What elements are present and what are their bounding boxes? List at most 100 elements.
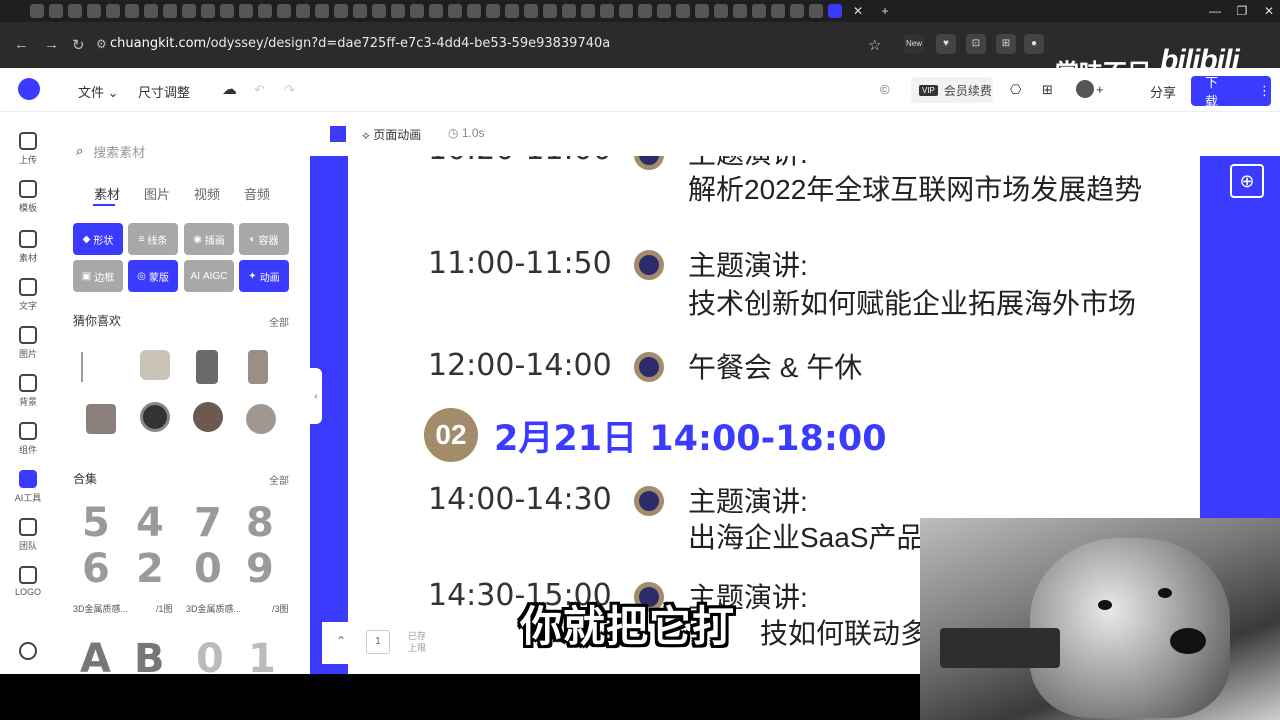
message-icon[interactable]: ⊞	[1042, 82, 1053, 98]
undo-icon[interactable]: ↶	[254, 82, 265, 98]
tab-favicon[interactable]	[771, 4, 785, 18]
vip-renew-button[interactable]: VIP 会员续费	[911, 77, 993, 103]
chip-mask[interactable]: ◎ 蒙版	[128, 260, 178, 292]
chip-container[interactable]: ◐ 容器	[239, 223, 289, 255]
tab-favicon[interactable]	[163, 4, 177, 18]
tab-favicon[interactable]	[543, 4, 557, 18]
schedule-time[interactable]: 11:00-11:50	[428, 246, 612, 281]
material-thumb[interactable]	[140, 402, 170, 432]
chip-aigc[interactable]: AI AIGC	[184, 260, 234, 292]
chuangkit-logo-icon[interactable]	[18, 78, 40, 100]
tab-favicon[interactable]	[619, 4, 633, 18]
tab-favicon[interactable]	[714, 4, 728, 18]
help-button[interactable]	[0, 642, 56, 663]
material-thumb[interactable]	[140, 350, 170, 380]
tab-favicon[interactable]	[334, 4, 348, 18]
tab-favicon[interactable]	[277, 4, 291, 18]
tab-favicon[interactable]	[372, 4, 386, 18]
tab-favicon[interactable]	[562, 4, 576, 18]
add-collaborator-icon[interactable]: +	[1096, 82, 1104, 97]
rail-item-background[interactable]: 背景	[0, 374, 56, 408]
tab-favicon[interactable]	[695, 4, 709, 18]
chevron-up-icon[interactable]: ⌃	[336, 634, 346, 648]
schedule-time[interactable]: 12:00-14:00	[428, 348, 612, 383]
tab-favicon[interactable]	[106, 4, 120, 18]
material-search-input[interactable]: ⌕ 搜索素材	[76, 138, 296, 164]
rail-item-component[interactable]: 组件	[0, 422, 56, 456]
tab-favicon[interactable]	[809, 4, 823, 18]
help-circle-icon[interactable]: ©	[880, 82, 890, 97]
tab-audio[interactable]: 音频	[244, 184, 270, 203]
schedule-subtitle[interactable]: 出海企业SaaS产品实	[688, 516, 953, 556]
view-all-link[interactable]: 全部	[269, 314, 289, 329]
number-material[interactable]: 0	[194, 546, 222, 592]
material-thumb[interactable]	[246, 404, 276, 434]
tab-favicon[interactable]	[752, 4, 766, 18]
tab-favicon[interactable]	[467, 4, 481, 18]
tab-favicon[interactable]	[429, 4, 443, 18]
material-thumb[interactable]	[81, 352, 87, 382]
tab-favicon[interactable]	[600, 4, 614, 18]
file-menu[interactable]: 文件 ⌄	[78, 82, 119, 101]
site-info-icon[interactable]: ⚙	[96, 37, 107, 51]
rail-item-team[interactable]: 团队	[0, 518, 56, 552]
number-material[interactable]: 6	[82, 546, 110, 592]
timeline-dot[interactable]	[634, 352, 664, 382]
profile-icon[interactable]: ●	[1024, 34, 1044, 54]
download-button[interactable]: 下载 ⋮	[1191, 75, 1271, 109]
tab-favicon[interactable]	[49, 4, 63, 18]
schedule-title[interactable]: 主题演讲:	[688, 480, 808, 520]
background-color-swatch[interactable]	[330, 126, 346, 142]
rail-item-text[interactable]: 文字	[0, 278, 56, 312]
rail-item-ai-tools[interactable]: AI工具	[0, 470, 56, 504]
timeline-dot[interactable]	[634, 486, 664, 516]
share-button[interactable]: 分享	[1150, 82, 1176, 101]
tab-image[interactable]: 图片	[144, 184, 170, 203]
schedule-time[interactable]: 14:00-14:30	[428, 482, 612, 517]
schedule-time[interactable]: 10:20-11:00	[428, 156, 612, 167]
chip-line[interactable]: ≡ 线条	[128, 223, 178, 255]
tab-material[interactable]: 素材	[94, 184, 120, 203]
tab-favicon[interactable]	[410, 4, 424, 18]
extension-icon[interactable]: ⊡	[966, 34, 986, 54]
more-vertical-icon[interactable]: ⋮	[1258, 83, 1271, 99]
extension-icon[interactable]: ♥	[936, 34, 956, 54]
new-extension-icon[interactable]: New	[904, 34, 924, 54]
tab-favicon[interactable]	[182, 4, 196, 18]
day-title[interactable]: 2月21日 14:00-18:00	[494, 410, 887, 461]
schedule-title[interactable]: 主题演讲:	[688, 244, 808, 284]
tab-favicon[interactable]	[87, 4, 101, 18]
material-thumb[interactable]	[196, 350, 218, 384]
day-number-badge[interactable]: 02	[424, 408, 478, 462]
chip-animation[interactable]: ✦ 动画	[239, 260, 289, 292]
number-material[interactable]: 8	[246, 500, 274, 546]
tab-favicon[interactable]	[733, 4, 747, 18]
window-close-icon[interactable]: ✕	[1258, 4, 1280, 18]
close-tab-icon[interactable]: ✕	[847, 4, 869, 18]
active-tab-favicon[interactable]	[828, 4, 842, 18]
add-page-icon[interactable]: ⊕	[1230, 164, 1264, 198]
rail-item-material[interactable]: 素材	[0, 230, 56, 264]
rail-item-upload[interactable]: 上传	[0, 132, 56, 166]
tab-favicon[interactable]	[391, 4, 405, 18]
tab-favicon[interactable]	[125, 4, 139, 18]
rail-item-logo[interactable]: LOGO	[0, 566, 56, 597]
comment-icon[interactable]: ⎔	[1010, 82, 1021, 98]
tab-favicon[interactable]	[676, 4, 690, 18]
material-thumb[interactable]	[193, 402, 223, 432]
collapse-panel-handle[interactable]: ‹	[310, 368, 322, 424]
tab-favicon[interactable]	[581, 4, 595, 18]
tab-favicon[interactable]	[524, 4, 538, 18]
cloud-save-icon[interactable]: ☁	[222, 80, 237, 98]
maximize-icon[interactable]: ❐	[1231, 4, 1253, 18]
tab-favicon[interactable]	[353, 4, 367, 18]
tab-favicon[interactable]	[201, 4, 215, 18]
timeline-dot[interactable]	[634, 250, 664, 280]
page-thumbnail[interactable]: 1	[366, 630, 390, 654]
tab-favicon[interactable]	[486, 4, 500, 18]
rail-item-image[interactable]: 图片	[0, 326, 56, 360]
bookmark-star-icon[interactable]: ☆	[868, 36, 881, 54]
material-thumb[interactable]	[86, 404, 116, 434]
avatar[interactable]	[1076, 80, 1094, 98]
schedule-subtitle[interactable]: 解析2022年全球互联网市场发展趋势	[688, 168, 1142, 208]
